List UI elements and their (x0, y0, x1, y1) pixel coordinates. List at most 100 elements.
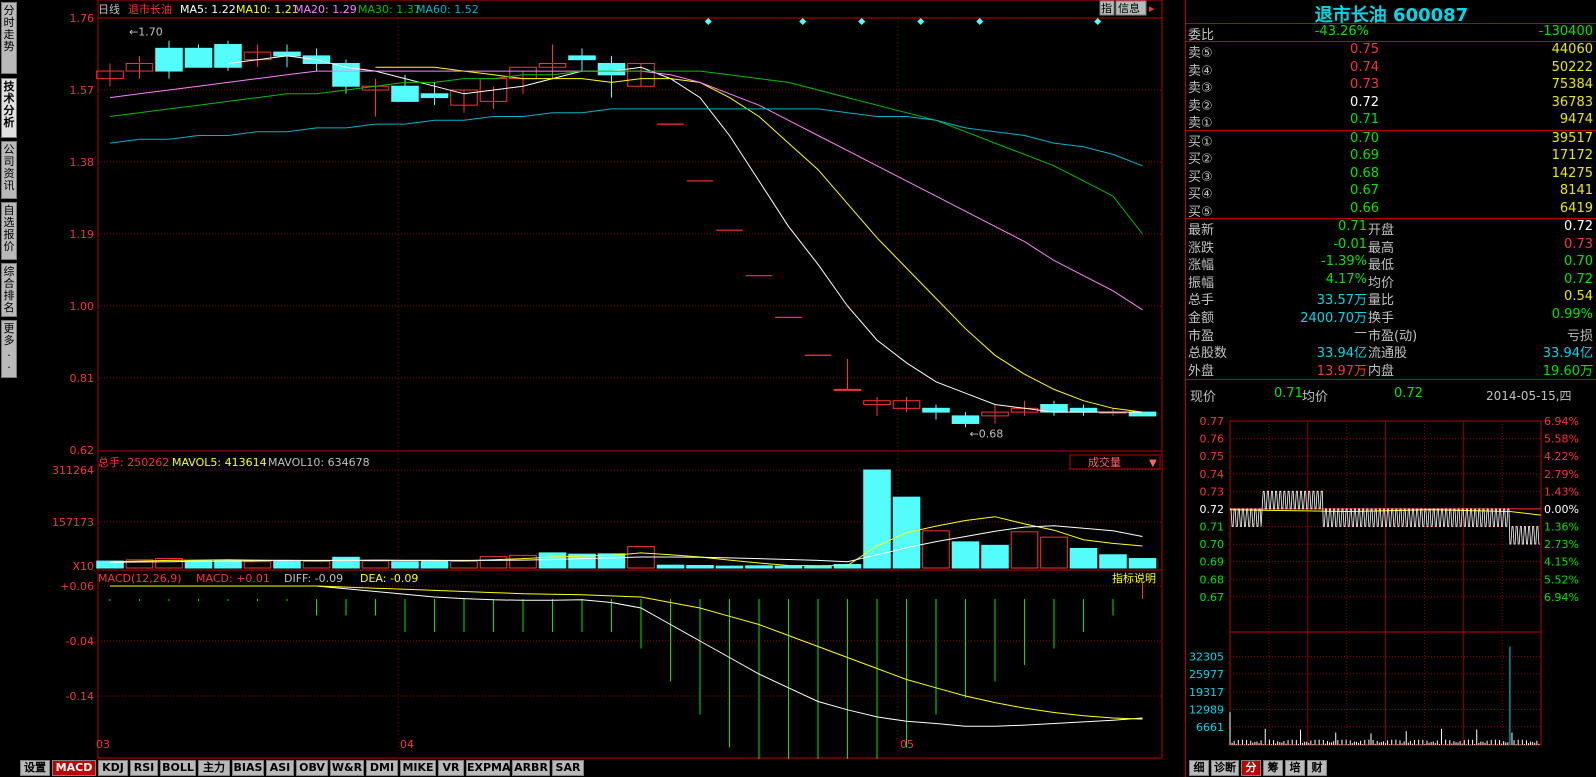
volume-bar (302, 560, 331, 569)
macd-tick-label: -0.14 (66, 690, 94, 703)
date-label: 03 (96, 738, 110, 751)
stat-row-1-cell-3: 0.73 (1564, 236, 1593, 252)
volume-bar (922, 530, 950, 569)
buy-row-5-volume: 6419 (1559, 200, 1593, 216)
intraday-pct-tick: 0.00% (1544, 503, 1579, 516)
right-tab-0[interactable]: 细 (1189, 760, 1209, 776)
stat-row-5-cell-1: 2400.70万 (1300, 311, 1367, 326)
stat-row-5-cell-0: 金额 (1188, 311, 1215, 326)
macd-line-diff (110, 585, 1143, 727)
stat-row-8-cell-3: 19.60万 (1542, 363, 1593, 379)
bottom-tab-asi[interactable]: ASI (266, 760, 294, 776)
info-zhi-button[interactable]: 指 (1099, 0, 1115, 16)
volume-bar (1128, 558, 1157, 569)
bottom-tab-vr[interactable]: VR (438, 760, 464, 776)
intraday-price-tick: 0.67 (1200, 591, 1225, 604)
intraday-pct-tick: 5.52% (1544, 573, 1579, 586)
volume-bar (509, 554, 537, 569)
intraday-price-label: 现价 (1190, 390, 1217, 405)
macd-tick-label: +0.06 (60, 580, 94, 593)
stat-row-2-cell-0: 涨幅 (1188, 258, 1215, 274)
bottom-tab-boll[interactable]: BOLL (160, 760, 196, 776)
intraday-avg-label: 均价 (1302, 390, 1329, 405)
side-tab-4[interactable]: 综 合 排 名 (1, 263, 17, 317)
bottom-tab-kdj[interactable]: KDJ (98, 760, 128, 776)
side-tab-0[interactable]: 分 时 走 势 (1, 2, 17, 74)
sell-row-2-volume: 36783 (1551, 94, 1593, 110)
right-tab-5[interactable]: 财 (1307, 760, 1327, 776)
right-tab-1[interactable]: 诊断 (1211, 760, 1239, 776)
sell-row-2-label: 卖② (1188, 98, 1213, 114)
bottom-tab-bias[interactable]: BIAS (232, 760, 264, 776)
stat-row-6-cell-2: 市盈(动) (1368, 328, 1418, 344)
intraday-price-tick: 0.69 (1200, 556, 1225, 569)
intraday-vol-tick: 19317 (1189, 686, 1224, 699)
stat-row-2-cell-2: 最低 (1368, 258, 1395, 274)
stat-row-4-cell-3: 0.54 (1564, 289, 1593, 305)
volume-bar (420, 560, 449, 569)
quote-panel: 退市长油 600087 委比 -43.26% -130400 卖⑤ 0.75 44060 卖… (1185, 0, 1596, 777)
stat-row-4-cell-2: 量比 (1368, 293, 1395, 309)
side-tab-3[interactable]: 自 选 报 价 (1, 202, 17, 260)
weibi-row: 委比 -43.26% -130400 (1186, 24, 1596, 43)
sell-row-5-label: 卖⑤ (1188, 46, 1213, 61)
indicator-help-button[interactable]: 指标说明 (1112, 571, 1156, 585)
stat-row-5: 金额 2400.70万 换手 0.99% (1186, 307, 1596, 326)
buy-row-5-price: 0.66 (1350, 200, 1379, 216)
volume-selector[interactable]: 成交量 ▼ (1069, 454, 1161, 470)
ma60-legend: MA60: 1.52 (416, 3, 479, 16)
dropdown-icon: ▼ (1149, 458, 1157, 469)
candle (391, 85, 419, 102)
side-tab-5[interactable]: 更 多 . . . (1, 320, 17, 383)
intraday-vol-tick: 12989 (1189, 703, 1224, 716)
volume-bar (1010, 531, 1039, 569)
stock-name-label: 退市长油 (128, 2, 172, 16)
kline-chart-area[interactable]: 1.76 1.57 1.38 1.19 1.00 0.81 0.62 311264 157173… (18, 0, 1182, 759)
stat-row-7: 总股数 33.94亿 流通股 33.94亿 (1186, 342, 1596, 361)
bottom-tab-macd[interactable]: MACD (52, 760, 96, 776)
intraday-header: 现价 0.71 均价 0.72 2014-05-15,四 (1186, 386, 1596, 405)
high-annotation: ←1.70 (129, 26, 163, 39)
intraday-date: 2014-05-15,四 (1486, 389, 1572, 403)
macd-line-dea (110, 585, 1143, 720)
bottom-tab-obv[interactable]: OBV (296, 760, 328, 776)
info-button[interactable]: 信息 (1115, 0, 1147, 16)
stat-row-6-cell-3: 亏损 (1566, 328, 1593, 344)
buy-row-1-price: 0.70 (1350, 130, 1379, 146)
bottom-tab-rsi[interactable]: RSI (130, 760, 158, 776)
right-tab-3[interactable]: 筹 (1263, 760, 1283, 776)
volume-title: 总手: 250262 (98, 455, 169, 469)
side-tab-1[interactable]: 技 术 分 析 (1, 78, 17, 138)
sell-row-4-label: 卖④ (1188, 63, 1213, 79)
stat-row-0: 最新 0.71 开盘 0.72 (1186, 219, 1596, 238)
bottom-tab-mike[interactable]: MIKE (400, 760, 436, 776)
buy-row-2-price: 0.69 (1350, 148, 1379, 163)
bottom-tab-[interactable]: 设置 (20, 760, 50, 776)
intraday-pct-tick: 2.73% (1544, 538, 1579, 551)
buy-row-1-label: 买① (1188, 134, 1213, 150)
bottom-tab-dmi[interactable]: DMI (366, 760, 398, 776)
intraday-price: 0.71 (1274, 386, 1303, 401)
intraday-price-tick: 0.74 (1200, 468, 1225, 481)
bottom-tab-expma[interactable]: EXPMA (466, 760, 511, 776)
stat-row-2-cell-3: 0.70 (1564, 254, 1593, 270)
macd-tick-label: -0.04 (66, 635, 94, 648)
mavol5-legend: MAVOL5: 413614 (172, 456, 267, 469)
stat-row-0-cell-3: 0.72 (1564, 219, 1593, 234)
intraday-vol-tick: 32305 (1189, 651, 1224, 664)
buy-row-3: 买③ 0.68 14275 (1186, 165, 1596, 185)
side-tab-2[interactable]: 公 司 资 讯 (1, 141, 17, 199)
right-tab-2[interactable]: 分 (1241, 760, 1261, 776)
bottom-tab-[interactable]: 主力 (198, 760, 230, 776)
volume-bar (243, 561, 272, 569)
buy-row-4-price: 0.67 (1350, 183, 1379, 198)
right-tab-4[interactable]: 培 (1285, 760, 1305, 776)
bottom-tab-arbr[interactable]: ARBR (512, 760, 550, 776)
volume-bar (656, 564, 685, 569)
intraday-chart[interactable]: 0.77 6.94% 0.76 5.58% 0.75 4.22% 0.74 2.79% 0.73… (1186, 405, 1596, 759)
intraday-price-tick: 0.73 (1200, 485, 1225, 498)
buy-row-4: 买④ 0.67 8141 (1186, 183, 1596, 202)
bottom-tab-sar[interactable]: SAR (552, 760, 584, 776)
bottom-tab-wr[interactable]: W&R (330, 760, 364, 776)
buy-row-3-price: 0.68 (1350, 165, 1379, 181)
